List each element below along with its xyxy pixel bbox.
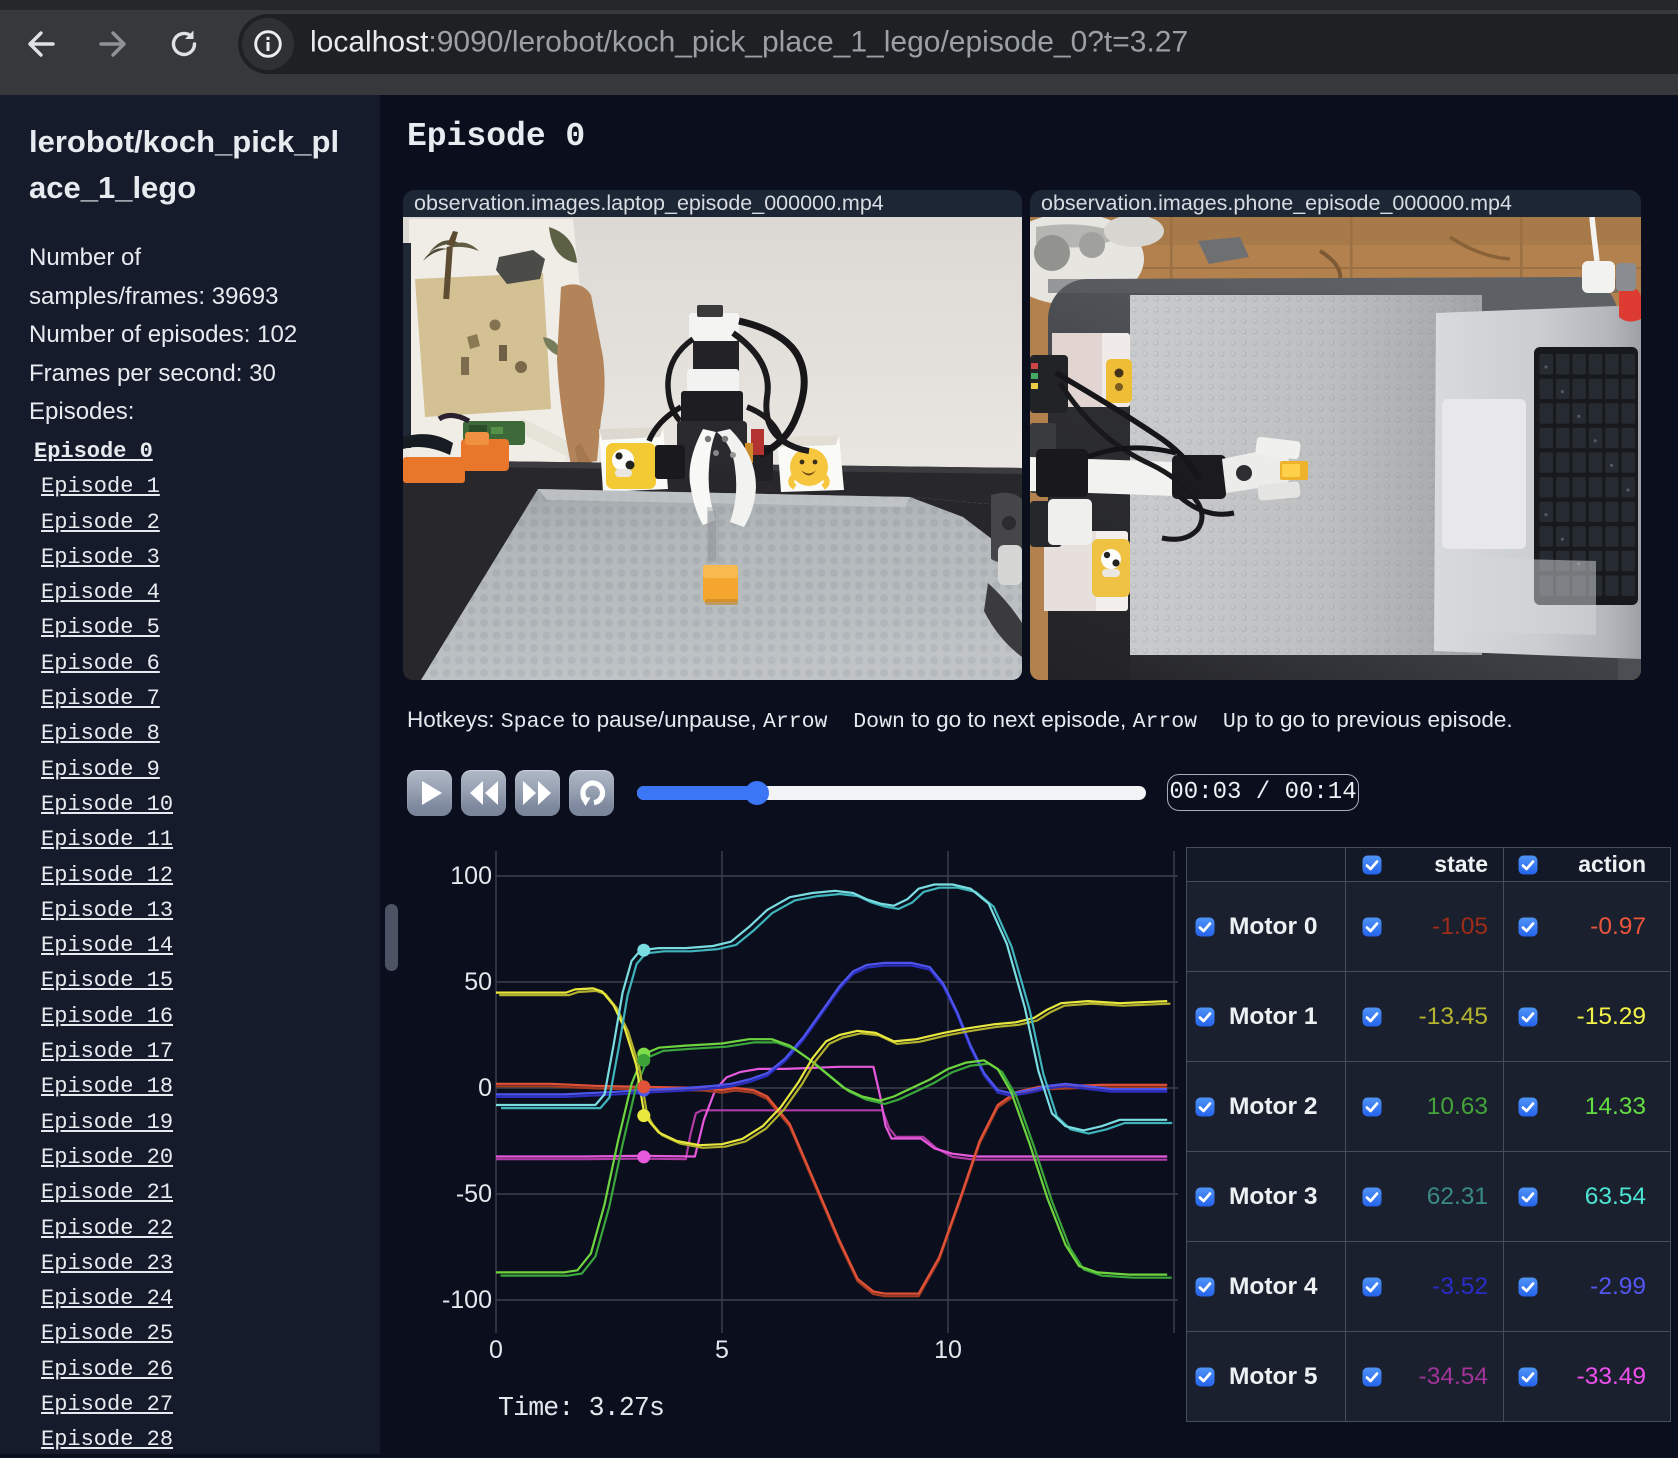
svg-text:10: 10: [934, 1336, 962, 1364]
svg-text:100: 100: [450, 862, 492, 890]
svg-text:5: 5: [715, 1336, 729, 1364]
svg-text:-100: -100: [442, 1286, 492, 1314]
svg-text:Time: 3.27s: Time: 3.27s: [498, 1393, 664, 1423]
svg-text:0: 0: [489, 1336, 503, 1364]
svg-text:-50: -50: [456, 1180, 492, 1208]
svg-text:0: 0: [478, 1074, 492, 1102]
svg-text:50: 50: [464, 968, 492, 996]
